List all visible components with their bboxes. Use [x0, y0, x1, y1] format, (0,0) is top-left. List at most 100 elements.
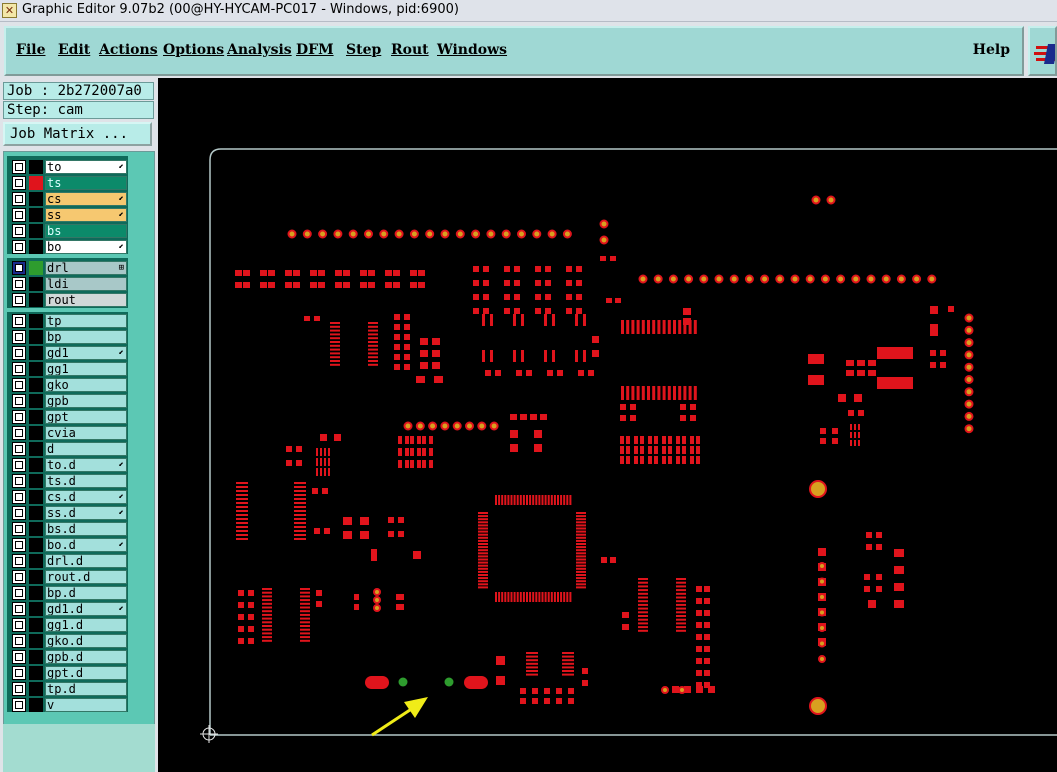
layer-name[interactable]: drl.d [45, 554, 127, 568]
layer-row-tp-d[interactable]: tp.d [12, 682, 128, 696]
layer-name[interactable]: gg1 [45, 362, 127, 376]
layer-checkbox[interactable] [12, 442, 26, 456]
pcb-drawing[interactable] [158, 78, 1057, 772]
menu-file[interactable]: File [16, 42, 45, 58]
layer-checkbox[interactable] [12, 362, 26, 376]
layer-color-swatch[interactable] [29, 314, 43, 328]
layer-name[interactable]: gko [45, 378, 127, 392]
layer-row-v[interactable]: v [12, 698, 128, 712]
layer-color-swatch[interactable] [29, 224, 43, 238]
layer-row-ts[interactable]: ts [12, 176, 128, 190]
layer-row-gko-d[interactable]: gko.d [12, 634, 128, 648]
layer-row-gpt[interactable]: gpt [12, 410, 128, 424]
layer-row-to-d[interactable]: to.d ⬋ [12, 458, 128, 472]
layer-color-swatch[interactable] [29, 458, 43, 472]
layer-color-swatch[interactable] [29, 538, 43, 552]
layer-color-swatch[interactable] [29, 618, 43, 632]
layer-row-rout-d[interactable]: rout.d [12, 570, 128, 584]
layer-checkbox[interactable] [12, 240, 26, 254]
layer-name[interactable]: rout.d [45, 570, 127, 584]
layer-color-swatch[interactable] [29, 277, 43, 291]
layer-name[interactable]: ss ⬋ [45, 208, 127, 222]
layer-checkbox[interactable] [12, 570, 26, 584]
layer-name[interactable]: v [45, 698, 127, 712]
layer-name[interactable]: gd1 ⬋ [45, 346, 127, 360]
menu-step[interactable]: Step [346, 42, 381, 58]
layer-row-bp[interactable]: bp [12, 330, 128, 344]
layer-name[interactable]: bp.d [45, 586, 127, 600]
layer-color-swatch[interactable] [29, 698, 43, 712]
layer-checkbox[interactable] [12, 192, 26, 206]
layer-name[interactable]: bs.d [45, 522, 127, 536]
layer-color-swatch[interactable] [29, 426, 43, 440]
layer-checkbox[interactable] [12, 618, 26, 632]
layer-row-cvia[interactable]: cvia [12, 426, 128, 440]
layer-name[interactable]: ldi [45, 277, 127, 291]
layer-checkbox[interactable] [12, 426, 26, 440]
layer-checkbox[interactable] [12, 538, 26, 552]
layer-color-swatch[interactable] [29, 682, 43, 696]
layer-checkbox[interactable] [12, 261, 26, 275]
layer-name[interactable]: gg1.d [45, 618, 127, 632]
layer-name[interactable]: tp.d [45, 682, 127, 696]
layer-color-swatch[interactable] [29, 240, 43, 254]
layer-checkbox[interactable] [12, 314, 26, 328]
layer-name[interactable]: cvia [45, 426, 127, 440]
layer-row-gpt-d[interactable]: gpt.d [12, 666, 128, 680]
layer-row-rout[interactable]: rout [12, 293, 128, 307]
graphic-canvas[interactable] [158, 78, 1057, 772]
layer-name[interactable]: ss.d ⬋ [45, 506, 127, 520]
layer-checkbox[interactable] [12, 293, 26, 307]
layer-checkbox[interactable] [12, 698, 26, 712]
layer-row-bs[interactable]: bs [12, 224, 128, 238]
layer-row-cs-d[interactable]: cs.d ⬋ [12, 490, 128, 504]
layer-name[interactable]: bp [45, 330, 127, 344]
menu-options[interactable]: Options [163, 42, 224, 58]
layer-color-swatch[interactable] [29, 554, 43, 568]
layer-name[interactable]: cs.d ⬋ [45, 490, 127, 504]
layer-color-swatch[interactable] [29, 330, 43, 344]
job-matrix-button[interactable]: Job Matrix ... [3, 122, 152, 146]
layer-row-bs-d[interactable]: bs.d [12, 522, 128, 536]
layer-checkbox[interactable] [12, 410, 26, 424]
layer-color-swatch[interactable] [29, 650, 43, 664]
layer-checkbox[interactable] [12, 458, 26, 472]
layer-row-cs[interactable]: cs ⬋ [12, 192, 128, 206]
layer-name[interactable]: gpb.d [45, 650, 127, 664]
layer-checkbox[interactable] [12, 160, 26, 174]
layer-name[interactable]: gko.d [45, 634, 127, 648]
layer-name[interactable]: ts [45, 176, 127, 190]
layer-color-swatch[interactable] [29, 410, 43, 424]
menu-analysis[interactable]: Analysis [227, 42, 292, 58]
layer-color-swatch[interactable] [29, 378, 43, 392]
layer-row-bo[interactable]: bo ⬋ [12, 240, 128, 254]
layer-color-swatch[interactable] [29, 293, 43, 307]
layer-checkbox[interactable] [12, 554, 26, 568]
layer-checkbox[interactable] [12, 666, 26, 680]
layer-row-tp[interactable]: tp [12, 314, 128, 328]
layer-color-swatch[interactable] [29, 474, 43, 488]
layer-color-swatch[interactable] [29, 192, 43, 206]
layer-row-gg1-d[interactable]: gg1.d [12, 618, 128, 632]
layer-checkbox[interactable] [12, 490, 26, 504]
layer-color-swatch[interactable] [29, 602, 43, 616]
layer-checkbox[interactable] [12, 330, 26, 344]
layer-color-swatch[interactable] [29, 522, 43, 536]
layer-row-ss[interactable]: ss ⬋ [12, 208, 128, 222]
layer-name[interactable]: gpb [45, 394, 127, 408]
menu-rout[interactable]: Rout [391, 42, 429, 58]
layer-row-gg1[interactable]: gg1 [12, 362, 128, 376]
layer-name[interactable]: bo.d ⬋ [45, 538, 127, 552]
layer-row-bp-d[interactable]: bp.d [12, 586, 128, 600]
layer-row-ss-d[interactable]: ss.d ⬋ [12, 506, 128, 520]
layer-row-gpb-d[interactable]: gpb.d [12, 650, 128, 664]
layer-checkbox[interactable] [12, 474, 26, 488]
layer-row-d[interactable]: d [12, 442, 128, 456]
layer-color-swatch[interactable] [29, 666, 43, 680]
menu-help[interactable]: Help [973, 42, 1010, 58]
layer-checkbox[interactable] [12, 506, 26, 520]
layer-name[interactable]: cs ⬋ [45, 192, 127, 206]
layer-name[interactable]: drl ⊞ [45, 261, 127, 275]
menu-edit[interactable]: Edit [58, 42, 90, 58]
layer-row-drl[interactable]: drl ⊞ [12, 261, 128, 275]
